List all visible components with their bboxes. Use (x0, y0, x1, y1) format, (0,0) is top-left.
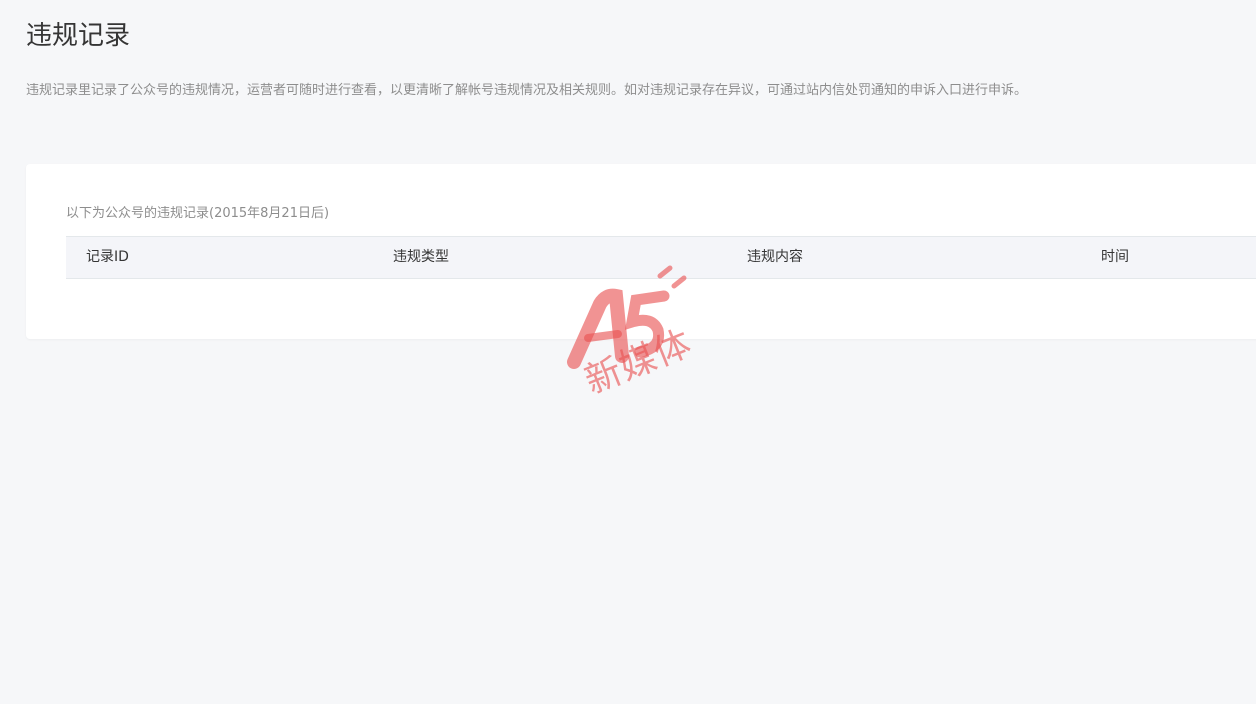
column-header-record-id: 记录ID (86, 249, 129, 265)
page: 违规记录 违规记录里记录了公众号的违规情况，运营者可随时进行查看，以更清晰了解帐… (0, 0, 1256, 704)
violation-records-card: 以下为公众号的违规记录(2015年8月21日后) 记录ID 违规类型 违规内容 … (26, 164, 1256, 339)
table-header: 记录ID 违规类型 违规内容 时间 (66, 236, 1256, 279)
records-caption: 以下为公众号的违规记录(2015年8月21日后) (66, 206, 330, 221)
column-header-violation-content: 违规内容 (747, 249, 803, 265)
column-header-violation-type: 违规类型 (393, 249, 449, 265)
page-title: 违规记录 (26, 21, 131, 51)
column-header-time: 时间 (1101, 249, 1129, 265)
page-description: 违规记录里记录了公众号的违规情况，运营者可随时进行查看，以更清晰了解帐号违规情况… (26, 83, 1028, 98)
